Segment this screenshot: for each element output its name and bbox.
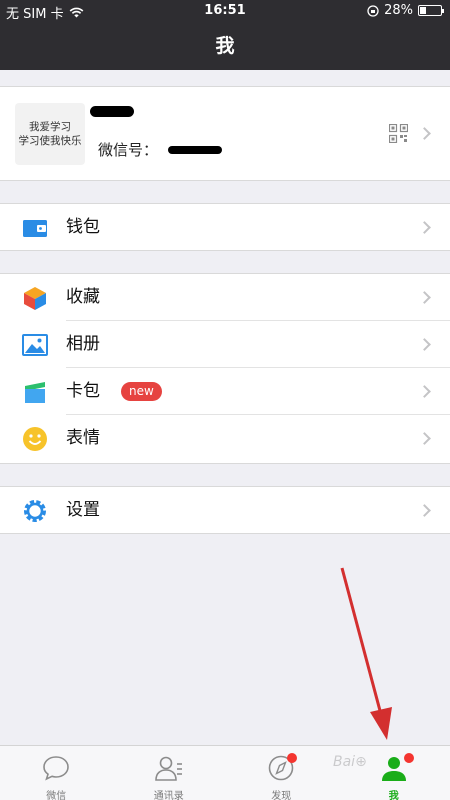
gear-icon (24, 500, 46, 522)
settings-label: 设置 (66, 500, 100, 520)
chevron-right-icon (418, 127, 431, 140)
redacted-nickname (90, 106, 134, 117)
nav-bar: 我 (0, 22, 450, 70)
tab-chats-label: 微信 (46, 791, 67, 800)
tab-chats[interactable]: 微信 (0, 746, 113, 800)
battery-percent: 28% (384, 3, 413, 18)
menu-item-stickers[interactable]: 表情 (0, 415, 450, 462)
tab-discover-label: 发现 (271, 791, 292, 800)
chevron-right-icon (418, 221, 431, 234)
tab-me-label: 我 (388, 791, 399, 800)
redacted-wechat-id (168, 145, 223, 154)
wallet-section: 钱包 (0, 203, 450, 251)
chevron-right-icon (418, 504, 431, 517)
wallet-label: 钱包 (66, 217, 100, 237)
collection-section: 收藏 相册 卡包 new 表情 (0, 273, 450, 464)
settings-section: 设置 (0, 486, 450, 534)
tab-bar: 微信 通讯录 发现 我 (0, 745, 450, 800)
chevron-right-icon (418, 338, 431, 351)
favorites-cube-icon (24, 287, 46, 310)
album-icon (22, 334, 48, 356)
wechat-id-label: 微信号： (98, 141, 159, 159)
qr-code-icon[interactable] (389, 124, 408, 143)
tab-contacts[interactable]: 通讯录 (113, 746, 226, 800)
chevron-right-icon (418, 432, 431, 445)
menu-item-favorites[interactable]: 收藏 (0, 274, 450, 321)
battery-icon (418, 5, 444, 16)
menu-item-cards[interactable]: 卡包 new (0, 368, 450, 415)
page-title: 我 (215, 35, 235, 57)
avatar-text-line1: 我爱学习 (29, 121, 71, 133)
tab-discover[interactable]: 发现 (225, 746, 338, 800)
cards-label: 卡包 (66, 381, 100, 401)
new-badge: new (121, 382, 162, 401)
notification-dot (403, 753, 414, 763)
avatar-text-line2: 学习使我快乐 (18, 135, 82, 147)
wechat-id: 微信号： (98, 139, 223, 160)
tab-contacts-label: 通讯录 (153, 791, 184, 800)
status-right: 28% (367, 3, 444, 18)
status-bar: 无 SIM 卡 16:51 28% (0, 0, 450, 22)
menu-item-album[interactable]: 相册 (0, 321, 450, 368)
menu-item-wallet[interactable]: 钱包 (0, 204, 450, 251)
baidu-watermark: Bai⊕ (333, 754, 367, 770)
chevron-right-icon (418, 291, 431, 304)
rotation-lock-icon (367, 4, 379, 17)
notification-dot (287, 753, 297, 763)
chat-bubble-icon (43, 756, 70, 781)
chevron-right-icon (418, 385, 431, 398)
album-label: 相册 (66, 334, 100, 354)
avatar[interactable]: 我爱学习 学习使我快乐 (15, 103, 85, 165)
favorites-label: 收藏 (66, 287, 100, 307)
wallet-icon (23, 220, 47, 237)
stickers-label: 表情 (66, 428, 100, 448)
contacts-icon (154, 756, 182, 781)
menu-item-settings[interactable]: 设置 (0, 487, 450, 534)
smiley-icon (23, 427, 47, 451)
card-pack-icon (25, 382, 45, 403)
profile-card[interactable]: 我爱学习 学习使我快乐 微信号： (0, 86, 450, 181)
